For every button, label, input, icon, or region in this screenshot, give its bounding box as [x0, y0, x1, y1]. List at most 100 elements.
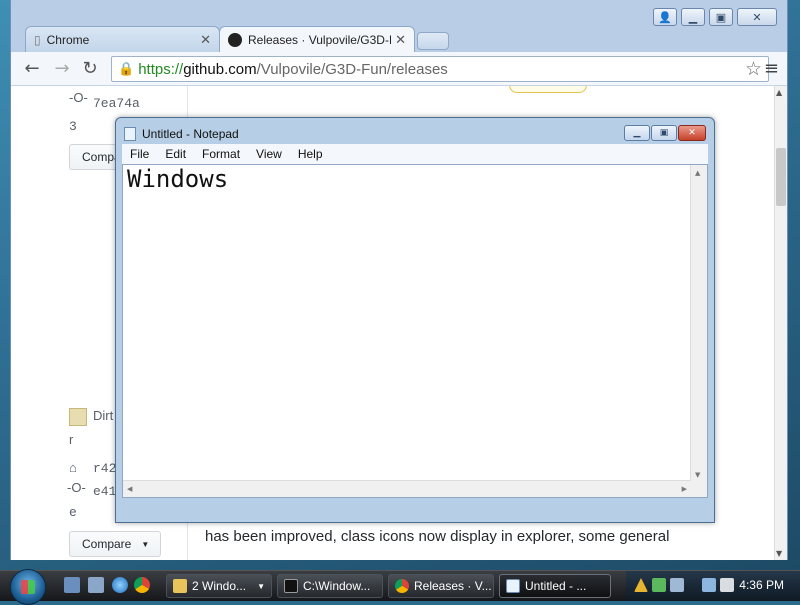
notepad-icon — [124, 127, 136, 141]
taskbar-item-label: Releases · V... — [414, 579, 492, 593]
url-scheme: https:// — [138, 60, 184, 78]
commit-icon: -O- — [69, 90, 88, 105]
menu-view[interactable]: View — [248, 147, 290, 161]
person-icon: 👤 — [658, 10, 672, 24]
release-label-pill — [509, 86, 587, 93]
window-title: Untitled - Notepad — [142, 127, 239, 141]
commit-hash-cont: 3 — [69, 119, 77, 134]
url-path: /Vulpovile/G3D-Fun/releases — [256, 60, 448, 78]
system-tray: 4:36 PM — [626, 571, 800, 601]
scroll-down-icon[interactable]: ▼ — [776, 549, 782, 558]
tab-label: Releases · Vulpovile/G3D-F — [248, 32, 392, 47]
url-host: github.com — [183, 60, 257, 78]
profile-button[interactable]: 👤 — [653, 8, 677, 26]
horizontal-scrollbar[interactable]: ◀ ▶ — [123, 480, 691, 497]
page-icon: ▯ — [34, 32, 41, 47]
reload-icon[interactable]: ↻ — [79, 58, 101, 79]
compare-button[interactable]: Compare ▼ — [69, 531, 161, 557]
menu-format[interactable]: Format — [194, 147, 248, 161]
notepad-titlebar[interactable]: Untitled - Notepad — [124, 124, 239, 144]
menu-help[interactable]: Help — [290, 147, 331, 161]
network-icon[interactable] — [702, 578, 716, 592]
clock[interactable]: 4:36 PM — [739, 578, 784, 592]
new-tab-button[interactable] — [417, 32, 449, 50]
scroll-down-icon[interactable]: ▼ — [695, 471, 700, 479]
scroll-up-icon[interactable]: ▲ — [776, 88, 782, 97]
taskbar-item-label: Untitled - ... — [525, 579, 587, 593]
minimize-icon: ▁ — [633, 128, 641, 138]
scrollbar-corner — [691, 481, 707, 497]
notepad-bottom-frame — [122, 498, 708, 516]
commit-hash-cont: e — [69, 505, 77, 520]
taskbar-item-chrome[interactable]: Releases · V... — [388, 574, 494, 598]
commit-hash[interactable]: e41 — [93, 484, 116, 499]
maximize-icon: ▣ — [715, 10, 727, 24]
address-bar[interactable]: 🔒 https://github.com/Vulpovile/G3D-Fun/r… — [111, 56, 769, 82]
taskbar-item-label: C:\Window... — [303, 579, 371, 593]
close-icon: ✕ — [688, 128, 696, 138]
menu-bar: File Edit Format View Help — [122, 144, 708, 164]
tab-close-icon[interactable]: ✕ — [395, 32, 406, 48]
scroll-up-icon[interactable]: ▲ — [695, 169, 700, 177]
maximize-button[interactable]: ▣ — [709, 8, 733, 26]
browser-toolbar: ← → ↻ 🔒 https://github.com/Vulpovile/G3D… — [11, 52, 787, 86]
windows-flag-icon[interactable] — [670, 578, 684, 592]
notepad-window-controls: ▁ ▣ ✕ — [624, 125, 706, 141]
tab-releases[interactable]: Releases · Vulpovile/G3D-F ✕ — [219, 26, 415, 52]
author-name[interactable]: Dirt — [93, 408, 113, 423]
bookmark-star-icon[interactable]: ☆ — [745, 58, 762, 81]
switch-windows-icon[interactable] — [88, 577, 104, 593]
forward-arrow-icon[interactable]: → — [51, 58, 73, 79]
commit-hash[interactable]: 7ea74a — [93, 96, 140, 111]
chrome-window-controls: 👤 ▁ ▣ ✕ — [653, 8, 777, 26]
page-scrollbar[interactable]: ▲ ▼ — [774, 86, 787, 560]
text-editor[interactable]: Windows ▲ ▼ ◀ ▶ — [122, 164, 708, 498]
maximize-button[interactable]: ▣ — [651, 125, 677, 141]
menu-edit[interactable]: Edit — [157, 147, 194, 161]
close-window-button[interactable]: ✕ — [737, 8, 777, 26]
notepad-icon — [506, 579, 520, 593]
checkmark-icon[interactable] — [652, 578, 666, 592]
github-icon — [228, 32, 242, 47]
folder-icon — [173, 579, 187, 593]
scroll-right-icon[interactable]: ▶ — [682, 485, 687, 493]
editor-content[interactable]: Windows — [127, 165, 228, 193]
taskbar-item-cmd[interactable]: C:\Window... — [277, 574, 383, 598]
vertical-scrollbar[interactable]: ▲ ▼ — [690, 165, 707, 483]
tab-strip: ▯ Chrome ✕ Releases · Vulpovile/G3D-F ✕ — [11, 26, 787, 52]
notepad-window: Untitled - Notepad ▁ ▣ ✕ File Edit Forma… — [115, 117, 715, 523]
close-button[interactable]: ✕ — [678, 125, 706, 141]
tab-chrome[interactable]: ▯ Chrome ✕ — [25, 26, 220, 52]
minimize-button[interactable]: ▁ — [624, 125, 650, 141]
lock-icon: 🔒 — [118, 61, 135, 76]
volume-muted-icon[interactable] — [720, 578, 734, 592]
tab-label: Chrome — [46, 32, 90, 47]
compare-label: Compare — [82, 537, 132, 551]
author-name-cont: r — [69, 432, 74, 447]
menu-file[interactable]: File — [122, 147, 157, 161]
avatar[interactable] — [69, 408, 87, 426]
chevron-down-icon: ▼ — [257, 581, 265, 591]
close-icon: ✕ — [752, 10, 762, 24]
taskbar: 2 Windo... ▼ C:\Window... Releases · V..… — [0, 569, 800, 605]
windows-logo-icon — [21, 580, 35, 594]
tab-close-icon[interactable]: ✕ — [200, 32, 211, 48]
minimize-icon: ▁ — [688, 10, 698, 24]
chrome-icon[interactable] — [134, 577, 150, 593]
release-notes-text: has been improved, class icons now displ… — [205, 528, 670, 545]
internet-explorer-icon[interactable] — [112, 577, 128, 593]
taskbar-item-explorer[interactable]: 2 Windo... ▼ — [166, 574, 272, 598]
tag-icon: ⌂ — [69, 460, 77, 475]
minimize-button[interactable]: ▁ — [681, 8, 705, 26]
taskbar-item-label: 2 Windo... — [192, 579, 247, 593]
back-arrow-icon[interactable]: ← — [21, 58, 43, 79]
security-alert-icon[interactable] — [634, 578, 648, 592]
scrollbar-thumb[interactable] — [776, 148, 786, 206]
chrome-menu-icon[interactable]: ≡ — [764, 58, 779, 79]
chevron-down-icon: ▼ — [141, 539, 150, 549]
tag-name[interactable]: r42 — [93, 461, 116, 476]
scroll-left-icon[interactable]: ◀ — [127, 485, 132, 493]
taskbar-item-notepad[interactable]: Untitled - ... — [499, 574, 611, 598]
commit-icon: -O- — [67, 480, 86, 495]
show-desktop-icon[interactable] — [64, 577, 80, 593]
